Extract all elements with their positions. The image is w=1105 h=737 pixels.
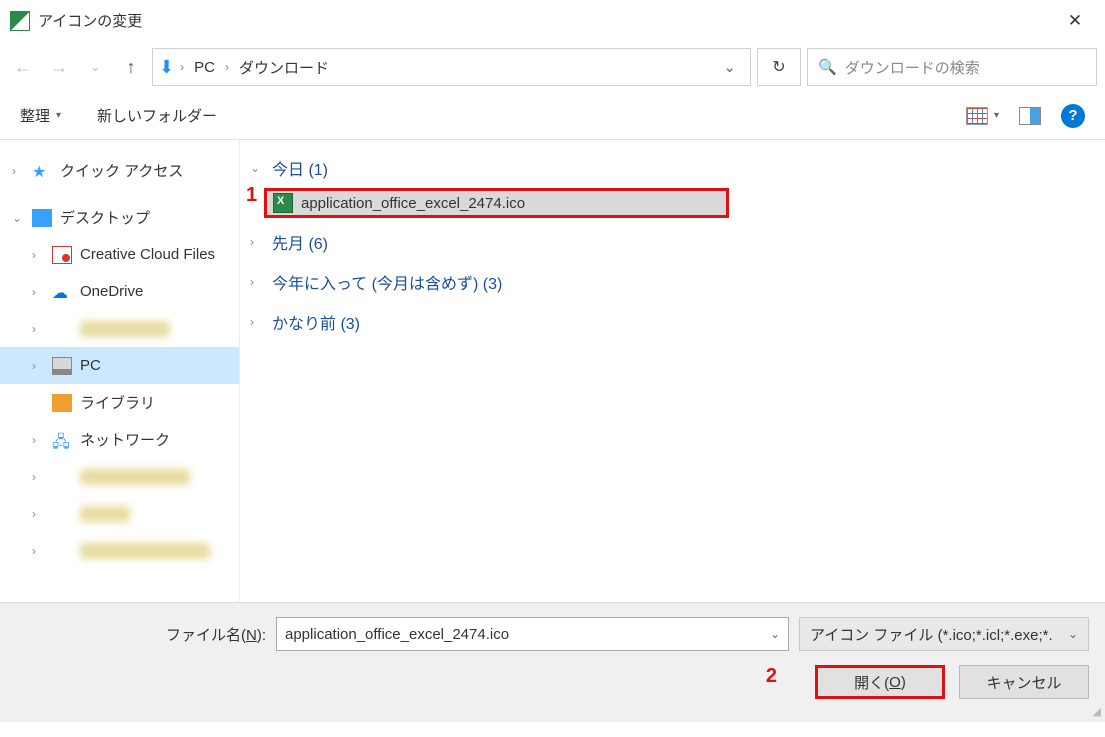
dialog-icon	[10, 11, 30, 31]
chevron-down-icon[interactable]: ⌄	[770, 627, 780, 641]
search-placeholder: ダウンロードの検索	[845, 57, 980, 78]
filename-label: ファイル名(N):	[16, 624, 266, 645]
chevron-right-icon: ›	[32, 322, 44, 336]
chevron-right-icon: ›	[32, 285, 44, 299]
annotation-1: 1	[246, 184, 257, 207]
quickaccess-icon: ★	[32, 162, 52, 180]
help-button[interactable]: ?	[1061, 104, 1085, 128]
footer: ファイル名(N): application_office_excel_2474.…	[0, 602, 1105, 722]
forward-button[interactable]: →	[44, 52, 74, 82]
creative-cloud-icon	[52, 246, 72, 264]
dialog-title: アイコンの変更	[38, 10, 1055, 31]
preview-pane-button[interactable]	[1019, 107, 1041, 125]
chevron-down-icon: ⌄	[1068, 627, 1078, 641]
sidebar-item-blurred[interactable]: ›	[0, 458, 239, 495]
annotation-2: 2	[766, 665, 777, 688]
sidebar-item-blurred[interactable]: ›	[0, 495, 239, 532]
sidebar-item-blurred[interactable]: ›	[0, 310, 239, 347]
desktop-icon	[32, 209, 52, 227]
organize-menu[interactable]: 整理▾	[20, 105, 61, 126]
navigation-pane: › ★ クイック アクセス ⌄ デスクトップ › Creative Cloud …	[0, 140, 240, 602]
chevron-right-icon: ›	[32, 248, 44, 262]
chevron-right-icon: ›	[250, 315, 266, 329]
folder-icon	[52, 320, 72, 338]
cancel-button[interactable]: キャンセル	[959, 665, 1089, 699]
sidebar-item-network[interactable]: › 🖧 ネットワーク	[0, 421, 239, 458]
group-today[interactable]: ⌄ 今日 (1)	[250, 152, 1095, 184]
file-item-selected[interactable]: application_office_excel_2474.ico	[264, 188, 729, 218]
body: › ★ クイック アクセス ⌄ デスクトップ › Creative Cloud …	[0, 140, 1105, 602]
back-button[interactable]: ←	[8, 52, 38, 82]
sidebar-item-libraries[interactable]: ライブラリ	[0, 384, 239, 421]
sidebar-item-desktop[interactable]: ⌄ デスクトップ	[0, 199, 239, 236]
open-button[interactable]: 開く(O)	[815, 665, 945, 699]
chevron-down-icon: ▾	[56, 110, 61, 121]
crumb-downloads[interactable]: ダウンロード	[235, 55, 333, 80]
libraries-icon	[52, 394, 72, 412]
pc-icon	[52, 357, 72, 375]
group-lastmonth[interactable]: › 先月 (6)	[250, 226, 1095, 258]
search-box[interactable]: 🔍 ダウンロードの検索	[807, 48, 1097, 86]
chevron-right-icon: ›	[250, 275, 266, 289]
chevron-down-icon: ▾	[994, 110, 999, 121]
title-bar: アイコンの変更 ✕	[0, 0, 1105, 42]
separator-icon: ›	[176, 60, 188, 74]
sidebar-item-pc[interactable]: › PC	[0, 347, 239, 384]
file-name: application_office_excel_2474.ico	[301, 195, 525, 212]
address-bar[interactable]: ⬇ › PC › ダウンロード ⌄	[152, 48, 751, 86]
sidebar-item-onedrive[interactable]: › ☁ OneDrive	[0, 273, 239, 310]
chevron-down-icon: ⌄	[12, 211, 24, 225]
up-button[interactable]: ↑	[116, 52, 146, 82]
crumb-pc[interactable]: PC	[190, 57, 219, 78]
blurred-text	[80, 506, 130, 522]
separator-icon: ›	[221, 60, 233, 74]
network-icon: 🖧	[52, 431, 72, 449]
blurred-text	[80, 321, 170, 337]
file-list: ⌄ 今日 (1) 1 application_office_excel_2474…	[240, 140, 1105, 602]
view-mode-button[interactable]: ▾	[966, 107, 999, 125]
chevron-down-icon: ⌄	[250, 161, 266, 175]
recent-dropdown[interactable]: ⌄	[80, 52, 110, 82]
refresh-button[interactable]: ↻	[757, 48, 801, 86]
chevron-right-icon: ›	[32, 433, 44, 447]
toolbar: 整理▾ 新しいフォルダー ▾ ?	[0, 92, 1105, 140]
blurred-text	[80, 469, 190, 485]
blurred-text	[80, 543, 210, 559]
search-icon: 🔍	[818, 58, 837, 76]
close-button[interactable]: ✕	[1055, 11, 1095, 31]
ico-file-icon	[273, 193, 293, 213]
new-folder-button[interactable]: 新しいフォルダー	[97, 105, 217, 126]
group-thisyear[interactable]: › 今年に入って (今月は含めず) (3)	[250, 266, 1095, 298]
filetype-combo[interactable]: アイコン ファイル (*.ico;*.icl;*.exe;*. ⌄	[799, 617, 1089, 651]
chevron-right-icon: ›	[32, 359, 44, 373]
onedrive-icon: ☁	[52, 283, 72, 301]
resize-grip[interactable]: ◢	[1093, 705, 1101, 718]
filename-input[interactable]: application_office_excel_2474.ico ⌄	[276, 617, 789, 651]
download-location-icon: ⬇	[159, 57, 174, 78]
chevron-right-icon: ›	[250, 235, 266, 249]
navigation-row: ← → ⌄ ↑ ⬇ › PC › ダウンロード ⌄ ↻ 🔍 ダウンロードの検索	[0, 42, 1105, 92]
sidebar-item-quickaccess[interactable]: › ★ クイック アクセス	[0, 152, 239, 189]
group-older[interactable]: › かなり前 (3)	[250, 306, 1095, 338]
address-dropdown[interactable]: ⌄	[715, 58, 744, 76]
chevron-right-icon: ›	[12, 164, 24, 178]
sidebar-item-creative-cloud[interactable]: › Creative Cloud Files	[0, 236, 239, 273]
file-item-wrapper: 1 application_office_excel_2474.ico	[264, 188, 1095, 218]
sidebar-item-blurred[interactable]: ›	[0, 532, 239, 569]
